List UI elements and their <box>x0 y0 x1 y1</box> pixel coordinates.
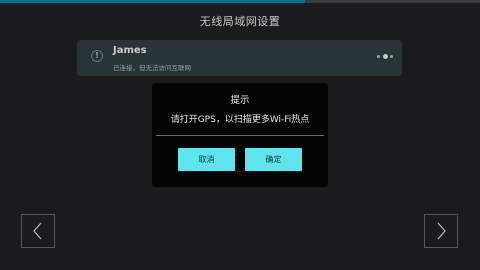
cancel-button[interactable]: 取消 <box>178 148 235 171</box>
gps-prompt-dialog: 提示 请打开GPS，以扫描更多Wi-Fi热点 取消 确定 <box>152 83 328 187</box>
top-progress-bar <box>0 0 480 3</box>
next-page-button[interactable] <box>424 214 458 248</box>
network-list-item[interactable]: ! James 已连接，但无法访问互联网 <box>77 40 402 76</box>
dialog-divider <box>156 135 324 136</box>
chevron-left-icon <box>33 222 42 240</box>
dialog-message: 请打开GPS，以扫描更多Wi-Fi热点 <box>170 115 310 125</box>
network-status: 已连接，但无法访问互联网 <box>113 64 191 72</box>
top-progress-fill <box>0 0 305 3</box>
chevron-right-icon <box>437 222 446 240</box>
dialog-title: 提示 <box>230 95 250 106</box>
page-title: 无线局域网设置 <box>199 15 281 28</box>
previous-page-button[interactable] <box>21 214 55 248</box>
warning-icon: ! <box>91 50 103 62</box>
network-name: James <box>113 45 147 56</box>
signal-dots-icon <box>377 54 395 60</box>
confirm-button[interactable]: 确定 <box>245 148 302 171</box>
